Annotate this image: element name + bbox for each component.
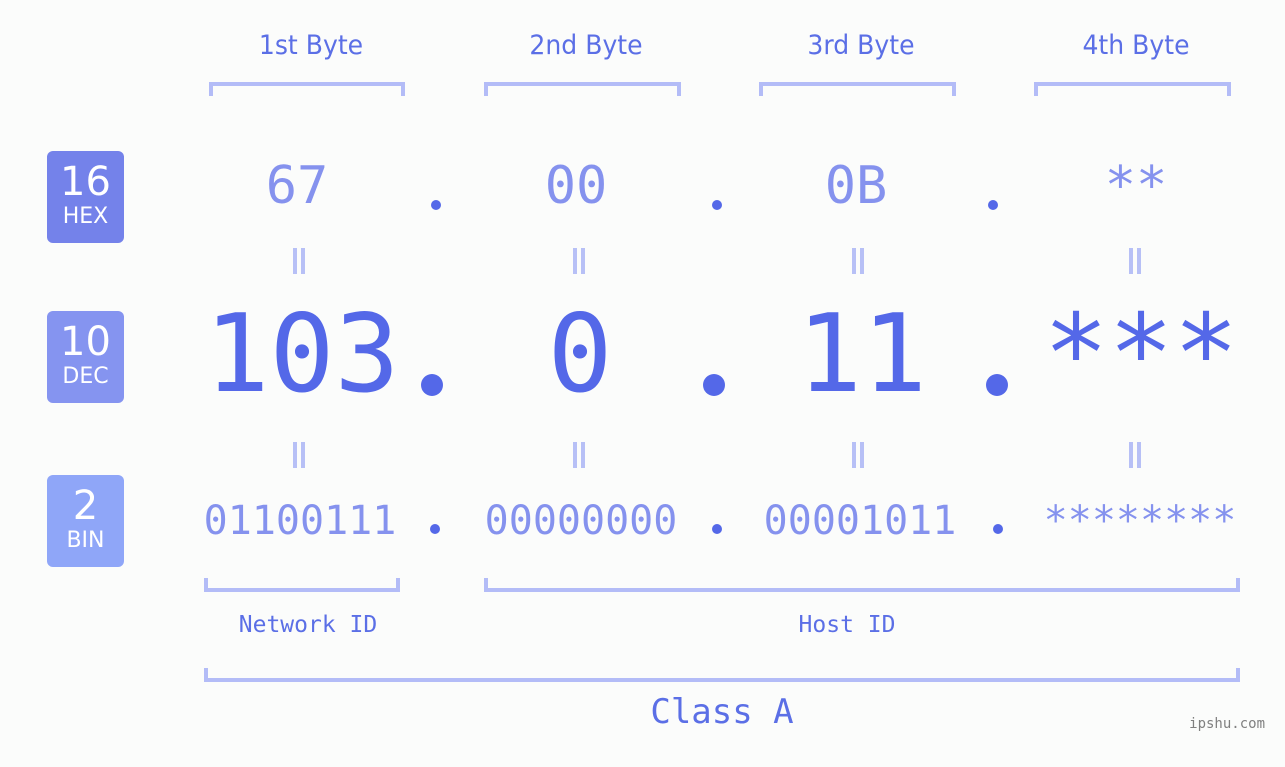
hex-badge: 16 HEX (47, 151, 124, 243)
equals-icon (292, 442, 306, 468)
equals-icon (851, 442, 865, 468)
dec-value-3: 11 (796, 292, 928, 417)
equals-icon (292, 248, 306, 274)
host-id-bracket (484, 578, 1240, 592)
watermark: ipshu.com (1189, 716, 1265, 732)
hex-value-3: 0B (824, 156, 888, 216)
bin-separator-dot (993, 524, 1003, 534)
hex-separator-dot (431, 200, 441, 210)
hex-value-1: 67 (265, 156, 329, 216)
network-id-label: Network ID (238, 612, 378, 638)
hex-separator-dot (988, 200, 998, 210)
host-id-label: Host ID (798, 612, 896, 638)
equals-icon (1128, 248, 1142, 274)
bin-badge-number: 2 (72, 483, 99, 529)
bin-badge-name: BIN (66, 528, 105, 553)
hex-badge-number: 16 (60, 159, 111, 205)
bin-value-3: 00001011 (763, 498, 957, 544)
bin-separator-dot (712, 524, 722, 534)
bin-value-2: 00000000 (484, 498, 678, 544)
dec-badge: 10 DEC (47, 311, 124, 403)
hex-badge-name: HEX (62, 204, 109, 229)
dec-value-4: *** (1043, 292, 1239, 417)
byte-bracket-4 (1034, 82, 1231, 96)
dec-separator-dot (703, 374, 725, 396)
byte-label-3: 3rd Byte (807, 30, 915, 61)
byte-bracket-2 (484, 82, 681, 96)
hex-value-4: ** (1104, 156, 1168, 216)
byte-label-4: 4th Byte (1082, 30, 1190, 61)
bin-badge: 2 BIN (47, 475, 124, 567)
class-bracket (204, 668, 1240, 682)
byte-label-1: 1st Byte (258, 30, 364, 61)
equals-icon (572, 248, 586, 274)
dec-badge-name: DEC (62, 364, 109, 389)
hex-separator-dot (712, 200, 722, 210)
dec-value-1: 103 (204, 292, 400, 417)
dec-separator-dot (986, 374, 1008, 396)
bin-value-4: ******** (1043, 498, 1237, 544)
bin-separator-dot (430, 524, 440, 534)
dec-separator-dot (421, 374, 443, 396)
byte-bracket-1 (209, 82, 405, 96)
byte-label-2: 2nd Byte (529, 30, 643, 61)
dec-value-2: 0 (547, 292, 613, 417)
equals-icon (851, 248, 865, 274)
bin-value-1: 01100111 (203, 498, 397, 544)
equals-icon (572, 442, 586, 468)
class-label: Class A (650, 692, 794, 732)
equals-icon (1128, 442, 1142, 468)
hex-value-2: 00 (544, 156, 608, 216)
network-id-bracket (204, 578, 400, 592)
dec-badge-number: 10 (60, 319, 111, 365)
byte-bracket-3 (759, 82, 956, 96)
